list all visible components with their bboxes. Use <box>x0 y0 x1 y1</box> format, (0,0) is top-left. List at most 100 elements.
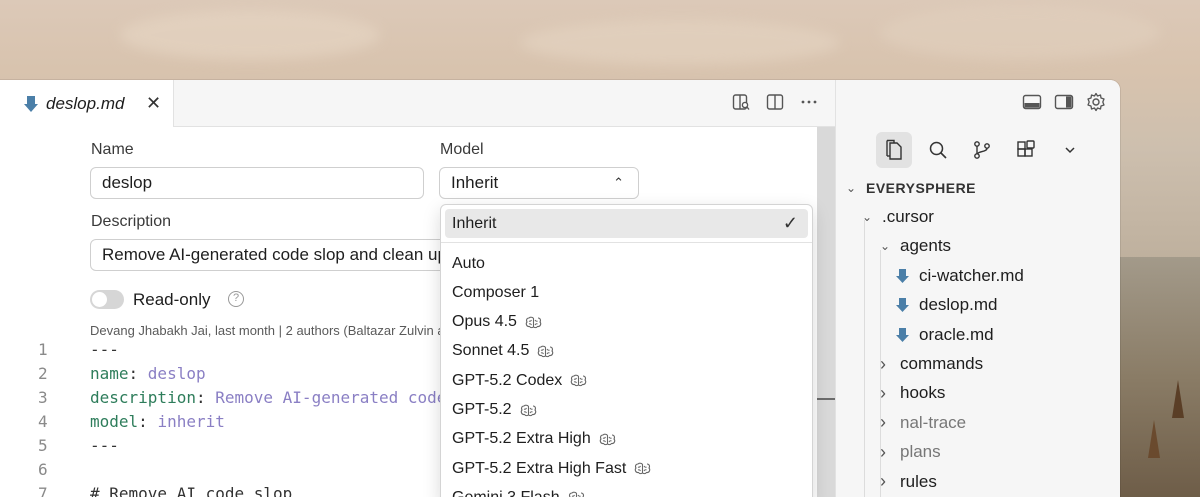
line-number: 1 <box>38 340 48 359</box>
chevron-down-icon <box>1065 147 1075 154</box>
dropdown-item-gpt-5-2-codex[interactable]: GPT-5.2 Codex <box>441 366 812 395</box>
more-actions-button[interactable] <box>799 92 819 112</box>
dropdown-item-label: GPT-5.2 Codex <box>452 371 563 389</box>
tree-item-commands[interactable]: › commands <box>880 350 983 378</box>
dropdown-item-gpt-5-2[interactable]: GPT-5.2 <box>441 396 812 425</box>
tree-item-label: agents <box>900 236 952 256</box>
split-icon <box>766 94 784 110</box>
tree-item-label: .cursor <box>882 207 934 226</box>
model-label: Model <box>440 141 484 158</box>
extensions-view-button[interactable] <box>1008 132 1044 168</box>
tree-item-label: oracle.md <box>919 324 994 344</box>
tree-item-nal-trace[interactable]: › nal-trace <box>880 409 966 437</box>
search-view-button[interactable] <box>920 132 956 168</box>
chevron-down-icon: ⌄ <box>846 181 857 195</box>
tree-item-label: nal-trace <box>900 412 967 432</box>
background-cloud <box>880 5 1160 60</box>
dropdown-divider <box>441 242 812 243</box>
brain-icon <box>560 491 585 497</box>
code-token: # Remove AI code slop <box>90 484 293 497</box>
search-icon <box>929 141 947 159</box>
markdown-file-icon <box>24 95 38 112</box>
brain-icon <box>591 433 616 446</box>
dropdown-item-opus-4-5[interactable]: Opus 4.5 <box>441 308 812 337</box>
code-token: : <box>138 412 158 431</box>
scrollbar-marker <box>817 398 835 400</box>
dropdown-item-gemini-3-flash[interactable]: Gemini 3 Flash <box>441 483 812 497</box>
dropdown-item-label: Gemini 3 Flash <box>452 489 560 497</box>
chevron-right-icon: › <box>880 412 886 433</box>
description-label: Description <box>91 213 172 230</box>
more-views-button[interactable] <box>1052 132 1088 168</box>
model-dropdown: Inherit ✓ Auto Composer 1 Opus 4.5 Sonnet 4… <box>440 204 813 497</box>
dropdown-item-label: Auto <box>452 254 485 272</box>
dropdown-item-composer-1[interactable]: Composer 1 <box>441 278 812 307</box>
files-icon <box>886 139 902 160</box>
ellipsis-icon <box>801 100 817 104</box>
code-token: description <box>90 388 196 407</box>
dropdown-item-inherit[interactable]: Inherit ✓ <box>445 209 808 238</box>
chevron-right-icon: › <box>880 382 886 403</box>
editor-actions <box>731 92 819 112</box>
tab-bar: deslop.md ✕ <box>0 80 835 127</box>
explorer-root[interactable]: ⌄ EVERYSPHERE <box>846 174 976 202</box>
line-content: --- <box>90 436 119 455</box>
dropdown-item-gpt-5-2-extra-high-fast[interactable]: GPT-5.2 Extra High Fast <box>441 454 812 483</box>
tree-item-plans[interactable]: › plans <box>880 438 941 466</box>
source-control-view-button[interactable] <box>964 132 1000 168</box>
tree-item-agents[interactable]: ⌄ agents <box>880 232 951 260</box>
name-field[interactable]: deslop <box>90 167 424 199</box>
close-icon[interactable]: ✕ <box>146 93 161 114</box>
scrollbar[interactable] <box>817 127 835 497</box>
tab-deslop-md[interactable]: deslop.md ✕ <box>0 80 174 127</box>
dropdown-item-label: Sonnet 4.5 <box>452 342 530 360</box>
readonly-toggle[interactable] <box>90 290 124 309</box>
tree-item-label: commands <box>900 354 984 373</box>
tree-item-label: deslop.md <box>919 295 998 315</box>
split-editor-button[interactable] <box>765 92 785 112</box>
explorer-root-label: EVERYSPHERE <box>866 180 977 196</box>
brain-icon <box>517 316 542 329</box>
readonly-label: Read-only <box>133 290 211 309</box>
settings-button[interactable] <box>1086 92 1106 112</box>
tree-item-label: hooks <box>900 383 946 403</box>
code-token: inherit <box>157 412 225 431</box>
brain-icon <box>626 462 651 475</box>
open-preview-button[interactable] <box>731 92 751 112</box>
help-icon[interactable]: ? <box>228 291 244 307</box>
dropdown-item-label: Opus 4.5 <box>452 313 517 331</box>
tree-item-oracle-md[interactable]: oracle.md <box>896 321 994 349</box>
model-select-value: Inherit <box>451 173 499 192</box>
blame-annotation: Devang Jhabakh Jai, last month | 2 autho… <box>90 323 442 338</box>
line-content: model: inherit <box>90 412 225 431</box>
tab-label: deslop.md <box>46 93 125 113</box>
toggle-panel-button[interactable] <box>1022 92 1042 112</box>
line-number: 3 <box>38 388 48 407</box>
dropdown-item-sonnet-4-5[interactable]: Sonnet 4.5 <box>441 337 812 366</box>
explorer-view-button[interactable] <box>876 132 912 168</box>
app-window: deslop.md ✕ Name deslop Model Inherit ⌃ <box>0 80 1120 497</box>
gear-icon <box>1087 92 1105 112</box>
panel-icon <box>1022 94 1042 110</box>
tree-item-hooks[interactable]: › hooks <box>880 379 945 407</box>
preview-icon <box>732 94 750 110</box>
tree-item-ci-watcher-md[interactable]: ci-watcher.md <box>896 262 1024 290</box>
dropdown-item-label: GPT-5.2 Extra High Fast <box>452 459 627 477</box>
tree-item-deslop-md[interactable]: deslop.md <box>896 291 997 319</box>
brain-icon <box>512 404 537 417</box>
dropdown-item-auto[interactable]: Auto <box>441 249 812 278</box>
name-label: Name <box>91 141 134 158</box>
dropdown-item-gpt-5-2-extra-high[interactable]: GPT-5.2 Extra High <box>441 425 812 454</box>
markdown-file-icon <box>896 268 919 284</box>
tree-item-label: rules <box>900 471 937 491</box>
markdown-file-icon <box>896 327 919 343</box>
model-select[interactable]: Inherit ⌃ <box>439 167 639 199</box>
tree-item-cursor[interactable]: ⌄ .cursor <box>862 203 934 231</box>
chevron-right-icon: › <box>880 441 886 462</box>
dropdown-item-label: Composer 1 <box>452 283 540 301</box>
tree-item-rules[interactable]: › rules <box>880 468 937 496</box>
code-token: --- <box>90 436 119 455</box>
line-number: 2 <box>38 364 48 383</box>
toggle-sidebar-button[interactable] <box>1054 92 1074 112</box>
dropdown-item-label: GPT-5.2 Extra High <box>452 430 591 448</box>
